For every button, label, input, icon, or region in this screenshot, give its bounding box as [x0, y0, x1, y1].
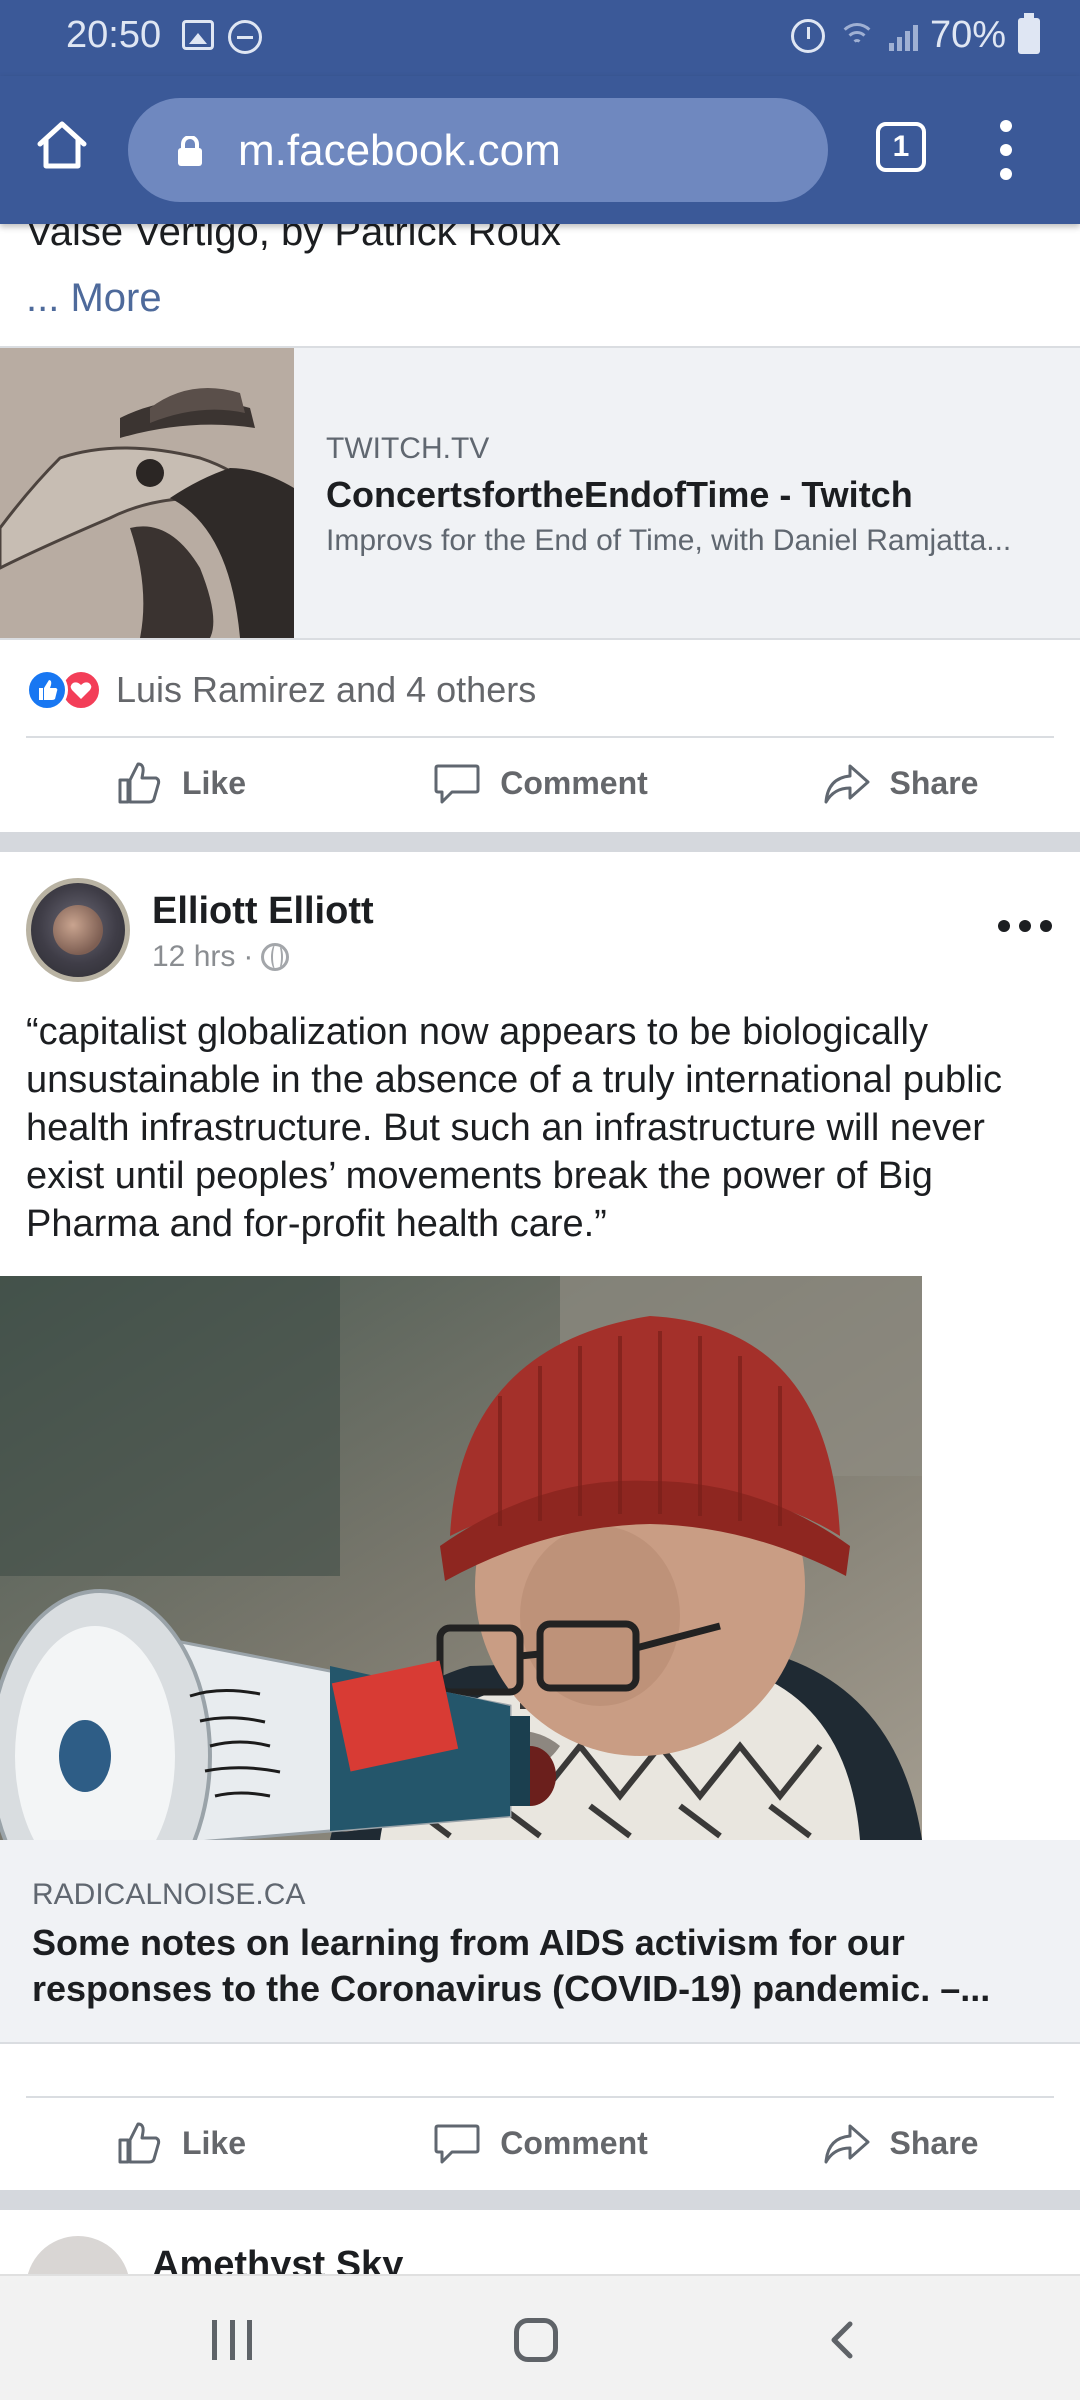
more-vert-icon[interactable] — [992, 120, 1020, 180]
tabs-icon[interactable]: 1 — [876, 122, 926, 172]
link-title: Some notes on learning from AIDS activis… — [32, 1922, 991, 2009]
battery-percent: 70% — [929, 14, 1006, 56]
thumbs-up-icon — [118, 762, 161, 804]
share-icon — [824, 764, 870, 804]
feed-separator — [0, 832, 1080, 852]
comment-button[interactable]: Comment — [360, 2098, 720, 2188]
back-icon[interactable] — [822, 2320, 862, 2360]
post-time[interactable]: 12 hrs — [152, 940, 235, 974]
more-options-icon[interactable] — [998, 916, 1052, 936]
see-more-label: ... More — [26, 276, 162, 320]
reactions-text: Luis Ramirez and 4 others — [116, 669, 537, 710]
signal-icon — [888, 21, 918, 51]
like-button[interactable]: Like — [0, 2098, 360, 2188]
comment-icon — [434, 2124, 480, 2164]
see-more-link[interactable]: ... More — [26, 276, 162, 321]
link-thumbnail — [0, 348, 294, 638]
post-meta: 12 hrs · — [152, 940, 290, 974]
post-actions: Like Comment Share — [0, 2098, 1080, 2188]
reactions-summary[interactable]: Luis Ramirez and 4 others — [26, 666, 536, 714]
post-text: “capitalist globalization now appears to… — [26, 1011, 1002, 1245]
image-letterbox — [922, 1276, 1080, 1840]
like-reaction-icon — [26, 669, 68, 711]
battery-icon — [1018, 12, 1040, 54]
link-domain: RADICALNOISE.CA — [32, 1878, 306, 1911]
link-preview-card[interactable]: RADICALNOISE.CA Some notes on learning f… — [0, 1840, 1080, 2044]
link-preview-card[interactable]: TWITCH.TV ConcertsfortheEndofTime - Twit… — [0, 346, 1080, 640]
share-button[interactable]: Share — [720, 738, 1080, 828]
status-system-icons: 70% — [790, 12, 1040, 57]
status-bar: 20:50 70% — [0, 0, 1080, 76]
meta-separator: · — [243, 940, 254, 973]
like-button[interactable]: Like — [0, 738, 360, 828]
comment-label: Comment — [500, 2124, 648, 2161]
address-bar[interactable]: m.facebook.com — [128, 98, 828, 202]
like-label: Like — [181, 764, 247, 801]
post-author[interactable]: Elliott Elliott — [152, 890, 374, 933]
home-icon[interactable] — [34, 116, 90, 172]
avatar[interactable] — [26, 878, 130, 982]
comment-button[interactable]: Comment — [360, 738, 720, 828]
browser-toolbar: m.facebook.com 1 — [0, 76, 1080, 224]
link-description: Improvs for the End of Time, with Daniel… — [326, 524, 1012, 557]
share-button[interactable]: Share — [720, 2098, 1080, 2188]
status-notification-icons — [182, 20, 262, 54]
recent-apps-icon[interactable] — [212, 2320, 252, 2360]
alarm-icon — [790, 18, 825, 53]
comment-label: Comment — [500, 764, 648, 801]
link-domain: TWITCH.TV — [326, 432, 490, 465]
do-not-disturb-icon — [228, 20, 262, 54]
thumbs-up-icon — [118, 2122, 161, 2164]
system-navigation-bar — [0, 2274, 1080, 2400]
share-label: Share — [889, 764, 979, 801]
post-image[interactable] — [0, 1276, 922, 1840]
lock-icon — [178, 136, 202, 166]
share-icon — [824, 2124, 870, 2164]
url-text: m.facebook.com — [238, 126, 561, 175]
home-icon[interactable] — [514, 2318, 558, 2362]
wifi-icon — [837, 21, 877, 51]
link-title: ConcertsfortheEndofTime - Twitch — [326, 474, 913, 515]
feed-separator — [0, 2190, 1080, 2210]
status-time: 20:50 — [66, 14, 162, 56]
comment-icon — [434, 764, 480, 804]
share-label: Share — [889, 2124, 979, 2161]
post-actions: Like Comment Share — [0, 738, 1080, 828]
globe-icon — [261, 943, 290, 971]
like-label: Like — [181, 2124, 247, 2161]
gallery-icon — [182, 20, 214, 50]
